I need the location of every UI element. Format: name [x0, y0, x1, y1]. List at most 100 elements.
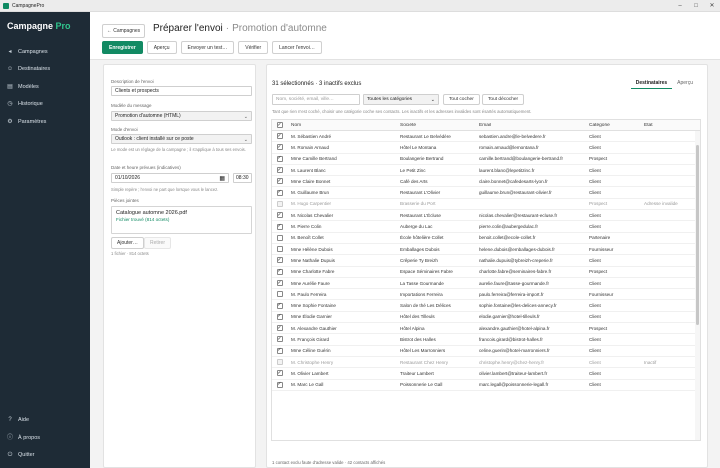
- check-all-button[interactable]: Tout cocher: [443, 94, 480, 105]
- table-row[interactable]: M. Christophe Henry Restaurant Chez Henry…: [272, 357, 700, 369]
- sidebar-item-modeles[interactable]: ▤ Modèles: [0, 78, 90, 96]
- table-row[interactable]: ✓ Mme Aurélie Faure La Tasse Gourmande aure…: [272, 278, 700, 290]
- row-checkbox[interactable]: [276, 246, 283, 253]
- table-row[interactable]: ✓ M. Marc Le Gall Poissonnerie Le Gall marc…: [272, 380, 700, 391]
- table-row[interactable]: ✓ Mme Nathalie Dupuis Crêperie Ty Breizh na…: [272, 255, 700, 267]
- row-checkbox-cell: [272, 246, 287, 253]
- date-help: Simple repère ; l'envoi ne part que lors…: [111, 187, 219, 192]
- select-all-checkbox[interactable]: ✓: [276, 122, 283, 128]
- row-checkbox[interactable]: ✓: [276, 144, 283, 151]
- cell-company: Auberge du Lac: [400, 224, 433, 230]
- cell-email: benoit.collet@ecole-collet.fr: [479, 235, 536, 241]
- table-row[interactable]: ✓ M. François Girard Bistrot des Halles fra…: [272, 334, 700, 346]
- row-checkbox[interactable]: ✓: [276, 268, 283, 275]
- verify-button[interactable]: Vérifier: [238, 41, 269, 54]
- template-select[interactable]: Promotion d'automne (HTML) ⌄: [111, 111, 252, 121]
- row-checkbox[interactable]: ✓: [276, 133, 283, 140]
- table-row[interactable]: ✓ M. Olivier Lambert Traiteur Lambert olivi…: [272, 368, 700, 380]
- row-checkbox[interactable]: ✓: [276, 313, 283, 320]
- description-field[interactable]: Clients et prospects: [111, 86, 252, 96]
- search-input[interactable]: Nom, société, email, ville…: [272, 94, 360, 105]
- uncheck-all-button[interactable]: Tout décocher: [482, 94, 525, 105]
- table-row[interactable]: ✓ Mme Sophie Fontaine Salon de thé Les Dél…: [272, 300, 700, 312]
- cell-company: Salon de thé Les Délices: [400, 303, 451, 309]
- row-checkbox[interactable]: ✓: [276, 381, 283, 388]
- table-row[interactable]: ✓ M. Laurent Blanc Le Petit Zinc laurent.bl…: [272, 165, 700, 177]
- row-checkbox[interactable]: ✓: [276, 178, 283, 185]
- row-checkbox[interactable]: ✓: [276, 212, 283, 219]
- table-row[interactable]: ✓ M. Romain Arnaud Hôtel Le Montana romain.…: [272, 142, 700, 154]
- recipients-panel: 31 sélectionnés · 3 inactifs exclus Dest…: [266, 64, 708, 468]
- chevron-down-icon: ⌄: [243, 137, 248, 143]
- launch-send-button[interactable]: Lancer l'envoi…: [272, 41, 322, 54]
- table-row[interactable]: Mme Hélène Dubois Emballages Dubois helene…: [272, 244, 700, 256]
- sidebar-item-parametres[interactable]: ⚙ Paramètres: [0, 113, 90, 131]
- table-header: ✓ Nom Société Email Catégorie État: [272, 120, 700, 131]
- row-checkbox[interactable]: ✓: [276, 189, 283, 196]
- row-checkbox[interactable]: [276, 291, 283, 298]
- column-header[interactable]: Catégorie: [589, 123, 644, 128]
- sidebar-item-historique[interactable]: ◷ Historique: [0, 96, 90, 114]
- row-checkbox[interactable]: ✓: [276, 336, 283, 343]
- maximize-icon[interactable]: □: [688, 0, 704, 12]
- category-select[interactable]: Toutes les catégories ⌄: [363, 94, 439, 105]
- mode-select[interactable]: Outlook : client installé sur ce poste ⌄: [111, 134, 252, 144]
- attachment-list[interactable]: Catalogue automne 2026.pdf Fichier trouv…: [111, 206, 252, 234]
- tab-apercu[interactable]: Aperçu: [672, 78, 698, 89]
- mode-help: Le mode est un réglage de la campagne ; …: [111, 147, 246, 152]
- tab-destinataires[interactable]: Destinataires: [630, 78, 673, 89]
- table-row[interactable]: ✓ M. Nicolas Chevalier Restaurant L'Écluse…: [272, 210, 700, 222]
- row-checkbox-cell: ✓: [272, 178, 287, 185]
- title-separator: ·: [225, 23, 230, 34]
- row-checkbox[interactable]: ✓: [276, 347, 283, 354]
- sidebar-item-quitter[interactable]: ⏻ Quitter: [0, 447, 90, 465]
- table-row[interactable]: ✓ Mme Claire Bonnet Café des Arts claire.bo…: [272, 176, 700, 188]
- preview-button[interactable]: Aperçu: [146, 41, 177, 54]
- table-row[interactable]: ✓ M. Alexandre Gauthier Hôtel Alpina alexan…: [272, 323, 700, 335]
- row-checkbox[interactable]: ✓: [276, 223, 283, 230]
- sidebar-item-campagnes[interactable]: ◂ Campagnes: [0, 43, 90, 61]
- back-button[interactable]: ← Campagnes: [102, 24, 145, 38]
- cell-email: pierre.colin@aubergedulac.fr: [479, 224, 539, 230]
- column-header[interactable]: Nom: [287, 123, 400, 128]
- table-row[interactable]: M. Hugo Carpentier Brasserie du Port Prosp…: [272, 199, 700, 211]
- cell-name: Mme Élodie Garnier: [291, 314, 332, 320]
- row-checkbox[interactable]: ✓: [276, 155, 283, 162]
- time-field[interactable]: 08:30: [233, 173, 252, 183]
- table-row[interactable]: M. Paulo Ferreira Importations Ferreira pa…: [272, 289, 700, 301]
- send-test-button[interactable]: Envoyer un test…: [180, 41, 235, 54]
- save-button[interactable]: Enregistrer: [102, 41, 143, 54]
- row-checkbox[interactable]: [276, 234, 283, 241]
- scrollbar-thumb[interactable]: [696, 145, 699, 325]
- date-field[interactable]: 01/10/2026 ▦: [111, 173, 229, 183]
- table-row[interactable]: ✓ M. Pierre Colin Auberge du Lac pierre.col…: [272, 221, 700, 233]
- table-row[interactable]: ✓ Mme Camille Bertrand Boulangerie Bertran…: [272, 154, 700, 165]
- cell-company: Espace Séminaires Fabre: [400, 269, 453, 275]
- minimize-icon[interactable]: –: [672, 0, 688, 12]
- sidebar-item-aide[interactable]: ? Aide: [0, 412, 90, 430]
- table-row[interactable]: M. Benoît Collet École hôtelière Collet be…: [272, 233, 700, 244]
- table-row[interactable]: ✓ M. Guillaume Brun Restaurant L'Olivier gu…: [272, 187, 700, 199]
- row-checkbox[interactable]: ✓: [276, 302, 283, 309]
- cell-company: Restaurant L'Olivier: [400, 190, 441, 196]
- scrollbar[interactable]: [695, 131, 700, 440]
- sidebar-item-destinataires[interactable]: ☺ Destinataires: [0, 61, 90, 79]
- column-header[interactable]: Société: [400, 123, 479, 128]
- column-header[interactable]: État: [644, 123, 694, 128]
- table-row[interactable]: ✓ Mme Céline Guérin Hôtel Les Marronniers c…: [272, 346, 700, 357]
- add-attachment-button[interactable]: Ajouter…: [111, 237, 144, 249]
- remove-attachment-button[interactable]: Retirer: [144, 237, 172, 249]
- row-checkbox[interactable]: ✓: [276, 325, 283, 332]
- table-row[interactable]: ✓ Mme Élodie Garnier Hôtel des Tilleuls elo…: [272, 312, 700, 324]
- table-row[interactable]: ✓ Mme Charlotte Fabre Espace Séminaires Fa…: [272, 267, 700, 278]
- row-checkbox[interactable]: ✓: [276, 280, 283, 286]
- row-checkbox[interactable]: ✓: [276, 257, 283, 264]
- table-row[interactable]: ✓ M. Sébastien André Restaurant Le Belvédè…: [272, 131, 700, 143]
- calendar-icon[interactable]: ▦: [219, 175, 225, 182]
- row-checkbox[interactable]: ✓: [276, 167, 283, 174]
- column-header[interactable]: Email: [479, 123, 589, 128]
- cell-name: Mme Claire Bonnet: [291, 178, 331, 184]
- sidebar-item-a-propos[interactable]: ⓘ À propos: [0, 429, 90, 447]
- close-icon[interactable]: ✕: [704, 0, 720, 12]
- row-checkbox[interactable]: ✓: [276, 370, 283, 377]
